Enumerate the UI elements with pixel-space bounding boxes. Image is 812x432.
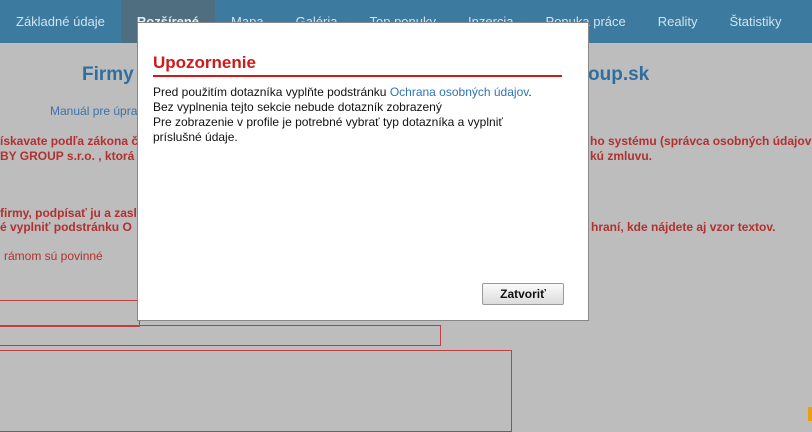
info-line-2-left: BY GROUP s.r.o. , ktorá — [0, 149, 135, 163]
info-line-1-right: ho systému (správca osobných údajov — [590, 134, 812, 148]
page-title-left: Firmy — [82, 64, 134, 85]
close-button[interactable]: Zatvoriť — [482, 283, 564, 305]
warning-dialog: Upozornenie Pred použitím dotazníka vypl… — [137, 22, 589, 321]
corner-accent — [808, 407, 812, 421]
form-textarea-box[interactable] — [0, 350, 512, 432]
nav-item-reality[interactable]: Reality — [642, 0, 714, 43]
info-line-4-right: hraní, kde nájdete aj vzor textov. — [591, 220, 776, 234]
page-title-right: oup.sk — [588, 64, 650, 85]
dialog-body: Pred použitím dotazníka vyplňte podstrán… — [153, 85, 553, 145]
info-line-1-left: ískavate podľa zákona č — [0, 134, 139, 148]
manual-link[interactable]: Manuál pre úpra — [50, 104, 137, 118]
info-line-3-left: firmy, podpísať ju a zasl — [0, 206, 137, 220]
form-field-box-1[interactable] — [0, 300, 140, 327]
dialog-line-2: Bez vyplnenia tejto sekcie nebude dotazn… — [153, 100, 442, 114]
privacy-page-link[interactable]: Ochrana osobných údajov — [390, 85, 529, 99]
info-line-2-right: kú zmluvu. — [590, 149, 653, 163]
nav-item-zakladne-udaje[interactable]: Základné údaje — [0, 0, 121, 43]
info-line-4-left: é vyplniť podstránku O — [0, 220, 132, 234]
form-field-box-2[interactable] — [0, 325, 441, 346]
nav-item-zmeny[interactable]: Zm — [798, 0, 812, 43]
nav-item-statistiky[interactable]: Štatistiky — [714, 0, 798, 43]
dialog-title: Upozornenie — [153, 53, 562, 77]
dialog-text-before-link: Pred použitím dotazníka vyplňte podstrán… — [153, 85, 390, 99]
dialog-text-after-link: . — [528, 85, 532, 99]
dialog-line-3: Pre zobrazenie v profile je potrebné vyb… — [153, 115, 503, 144]
required-fields-note: rámom sú povinné — [4, 249, 103, 263]
